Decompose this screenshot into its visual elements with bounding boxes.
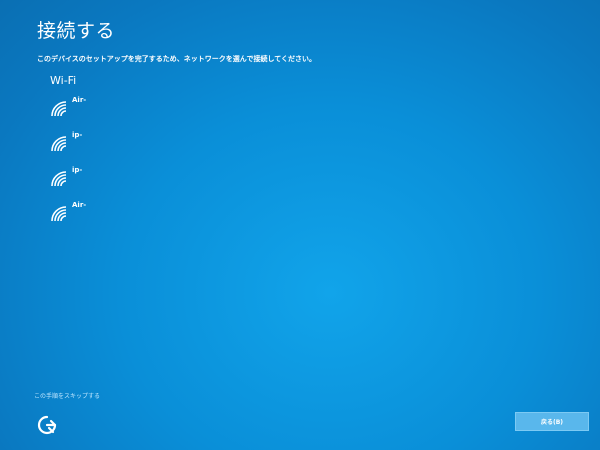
- wifi-signal-icon: [51, 136, 67, 152]
- network-name: Air-: [72, 96, 87, 104]
- network-item[interactable]: ip-: [48, 166, 268, 200]
- wifi-signal-icon: [51, 171, 67, 187]
- network-item[interactable]: ip-: [48, 131, 268, 165]
- wifi-signal-icon: [51, 101, 67, 117]
- page-title: 接続する: [37, 20, 116, 42]
- network-item[interactable]: Air-: [48, 201, 268, 235]
- page-subtitle: このデバイスのセットアップを完了するため、ネットワークを選んで接続してください。: [37, 55, 317, 63]
- wifi-section-title: Wi-Fi: [50, 74, 77, 87]
- network-name: ip-: [72, 131, 83, 139]
- network-list: Air- ip- ip- Air-: [48, 96, 268, 236]
- ease-of-access-icon[interactable]: [36, 414, 58, 436]
- wifi-signal-icon: [51, 206, 67, 222]
- network-name: Air-: [72, 201, 87, 209]
- skip-step-link[interactable]: この手順をスキップする: [34, 391, 100, 400]
- network-name: ip-: [72, 166, 83, 174]
- network-item[interactable]: Air-: [48, 96, 268, 130]
- back-button[interactable]: 戻る(B): [515, 412, 589, 431]
